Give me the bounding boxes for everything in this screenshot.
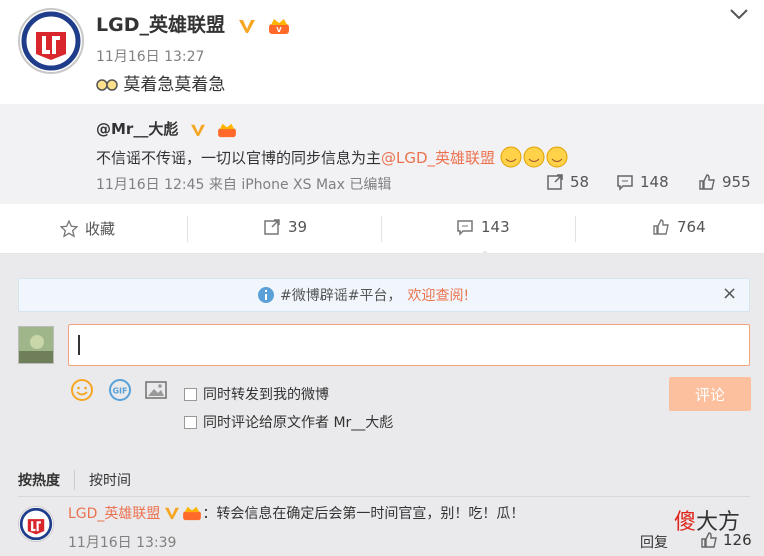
checkbox-square[interactable] (184, 387, 197, 401)
repost-to-my-weibo-checkbox[interactable]: 同时转发到我的微博 (184, 384, 329, 404)
like-count: 764 (677, 218, 706, 236)
repost-count: 39 (288, 218, 308, 236)
close-icon[interactable]: × (722, 283, 737, 304)
quoted-like-count-value: 955 (722, 173, 751, 191)
thumbs-up-icon (699, 174, 715, 190)
divider (575, 216, 576, 242)
member-crown-icon (217, 123, 236, 137)
post-author-name[interactable]: LGD_英雄联盟 (96, 14, 225, 36)
verified-v-icon (238, 19, 255, 33)
comment-author-avatar[interactable] (18, 506, 54, 542)
quoted-author[interactable]: @Mr__大彪 (96, 118, 237, 139)
post-author[interactable]: LGD_英雄联盟 V (96, 10, 290, 37)
verified-v-icon (165, 507, 180, 520)
quoted-text: 不信谣不传谣，一切以官博的同步信息为主@LGD_英雄联盟 (96, 146, 570, 168)
quoted-text-content: 不信谣不传谣，一切以官博的同步信息为主 (96, 149, 382, 167)
repost-icon (264, 219, 280, 235)
quoted-repost-count[interactable]: 58 (546, 173, 589, 191)
author-avatar[interactable] (18, 8, 84, 74)
repost-icon (547, 174, 563, 190)
comment-text: ：转会信息在确定后会第一时间官宣，别！吃！瓜！ (202, 506, 525, 522)
svg-text:GIF: GIF (112, 387, 127, 396)
watermark: 傻大方 (674, 504, 740, 536)
repost-to-my-weibo-label: 同时转发到我的微博 (203, 387, 329, 403)
comment-icon (457, 220, 473, 236)
gif-icon[interactable]: GIF (108, 378, 132, 402)
divider (18, 496, 750, 497)
divider (381, 216, 382, 242)
comment-item: LGD_英雄联盟 ：转会信息在确定后会第一时间官宣，别！吃！瓜！ (68, 503, 524, 523)
favorite-button[interactable]: 收藏 (60, 218, 115, 239)
image-icon[interactable] (144, 378, 168, 402)
rumor-notice-link[interactable]: 欢迎查阅! (407, 285, 469, 305)
post-timestamp[interactable]: 11月16日 13:27 (96, 46, 204, 66)
comment-reply-button[interactable]: 回复 (640, 532, 668, 552)
checkbox-square[interactable] (184, 415, 197, 429)
sort-by-hot-tab[interactable]: 按热度 (18, 470, 75, 490)
watermark-part-1: 傻 (674, 510, 697, 535)
rumor-notice: #微博辟谣#平台， 欢迎查阅! (258, 285, 469, 305)
member-crown-icon: V (269, 18, 290, 34)
quoted-repost-count-value: 58 (570, 173, 590, 191)
submit-comment-button[interactable]: 评论 (669, 377, 751, 411)
comment-to-author-checkbox[interactable]: 同时评论给原文作者 Mr__大彪 (184, 412, 393, 432)
text-caret (78, 335, 80, 355)
quoted-mention-link[interactable]: @LGD_英雄联盟 (381, 149, 495, 167)
chevron-down-icon[interactable] (728, 6, 750, 22)
divider (187, 216, 188, 242)
sort-by-time-tab[interactable]: 按时间 (89, 470, 131, 490)
repost-button[interactable]: 39 (263, 218, 307, 236)
verified-v-icon (190, 124, 205, 136)
star-icon (60, 219, 78, 238)
comment-input[interactable] (68, 324, 750, 366)
post-text-content: 莫着急莫着急 (123, 75, 226, 95)
svg-text:V: V (277, 26, 283, 34)
thumbs-up-icon (653, 219, 669, 235)
comment-count: 143 (481, 218, 510, 236)
post-text: 莫着急莫着急 (96, 70, 225, 95)
favorite-label: 收藏 (85, 220, 116, 238)
glasses-emoji-icon (96, 79, 118, 91)
comment-button[interactable]: 143 (456, 218, 510, 236)
watermark-part-2: 大方 (696, 510, 741, 535)
emoji-icon[interactable] (70, 378, 94, 402)
like-button[interactable]: 764 (652, 218, 706, 236)
quoted-meta: 11月16日 12:45 来自 iPhone XS Max 已编辑 (96, 177, 392, 193)
quoted-comment-count-value: 148 (640, 173, 669, 191)
current-user-avatar[interactable] (18, 326, 54, 364)
quoted-author-name[interactable]: @Mr__大彪 (96, 120, 178, 138)
comment-icon (617, 175, 633, 191)
comment-author-name[interactable]: LGD_英雄联盟 (68, 503, 160, 523)
quoted-like-count[interactable]: 955 (698, 173, 751, 191)
laughing-emoji-icon (500, 146, 568, 168)
comment-to-author-label: 同时评论给原文作者 Mr__大彪 (203, 415, 394, 431)
sort-bar: 按热度 按时间 (18, 470, 131, 490)
member-crown-icon (183, 506, 202, 521)
comment-timestamp: 11月16日 13:39 (68, 535, 177, 551)
quoted-comment-count[interactable]: 148 (616, 173, 669, 191)
rumor-notice-tag[interactable]: #微博辟谣#平台， (280, 285, 401, 305)
info-icon (258, 287, 274, 303)
